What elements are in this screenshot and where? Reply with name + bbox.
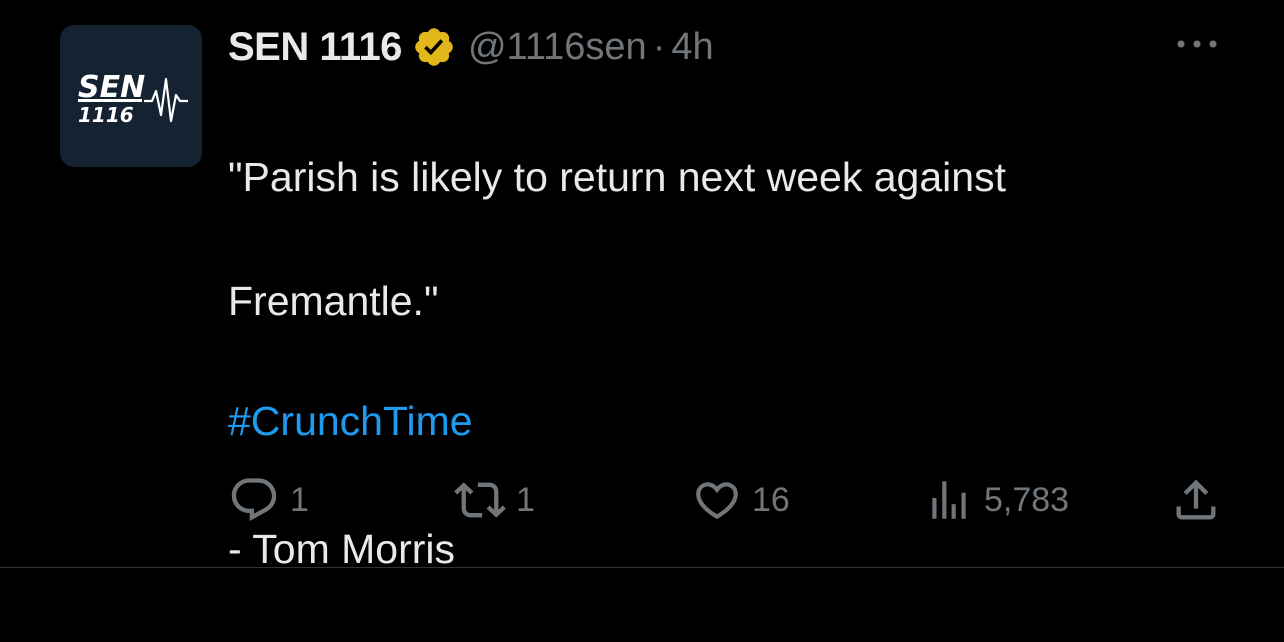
avatar[interactable]: SEN 1116 [60, 25, 202, 167]
tweet[interactable]: SEN 1116 SEN 1116 @1116sen · 4h "Parish … [0, 0, 1284, 572]
reply-button[interactable]: 1 [228, 472, 309, 528]
reply-count: 1 [290, 480, 309, 519]
views-button[interactable]: 5,783 [924, 472, 1069, 528]
display-name[interactable]: SEN 1116 [228, 25, 402, 70]
retweet-icon [454, 482, 506, 518]
tweet-text-line: "Parish is likely to return next week ag… [228, 154, 1006, 200]
action-bar: 1 1 16 5,783 [0, 472, 1284, 528]
divider [0, 567, 1284, 568]
avatar-number-text: 1116 [78, 103, 134, 127]
timestamp[interactable]: 4h [671, 26, 713, 69]
heart-icon [696, 482, 738, 520]
avatar-logo: SEN 1116 [78, 70, 188, 127]
verified-badge-icon[interactable] [412, 25, 456, 69]
views-count: 5,783 [984, 480, 1070, 519]
reply-icon [231, 478, 277, 522]
retweet-button[interactable]: 1 [454, 472, 535, 528]
handle[interactable]: @1116sen [468, 26, 647, 69]
tweet-text: "Parish is likely to return next week ag… [228, 84, 1188, 642]
tweet-header: SEN 1116 @1116sen · 4h [228, 22, 714, 72]
separator-dot: · [652, 25, 666, 68]
views-icon [932, 481, 966, 519]
share-icon [1176, 479, 1216, 520]
share-button[interactable] [1170, 472, 1222, 528]
like-count: 16 [752, 480, 790, 519]
more-options-icon[interactable] [1174, 32, 1220, 56]
tweet-text-line: Fremantle." [228, 278, 439, 324]
hashtag-link[interactable]: #CrunchTime [228, 390, 473, 452]
retweet-count: 1 [516, 480, 535, 519]
like-button[interactable]: 16 [692, 472, 790, 528]
